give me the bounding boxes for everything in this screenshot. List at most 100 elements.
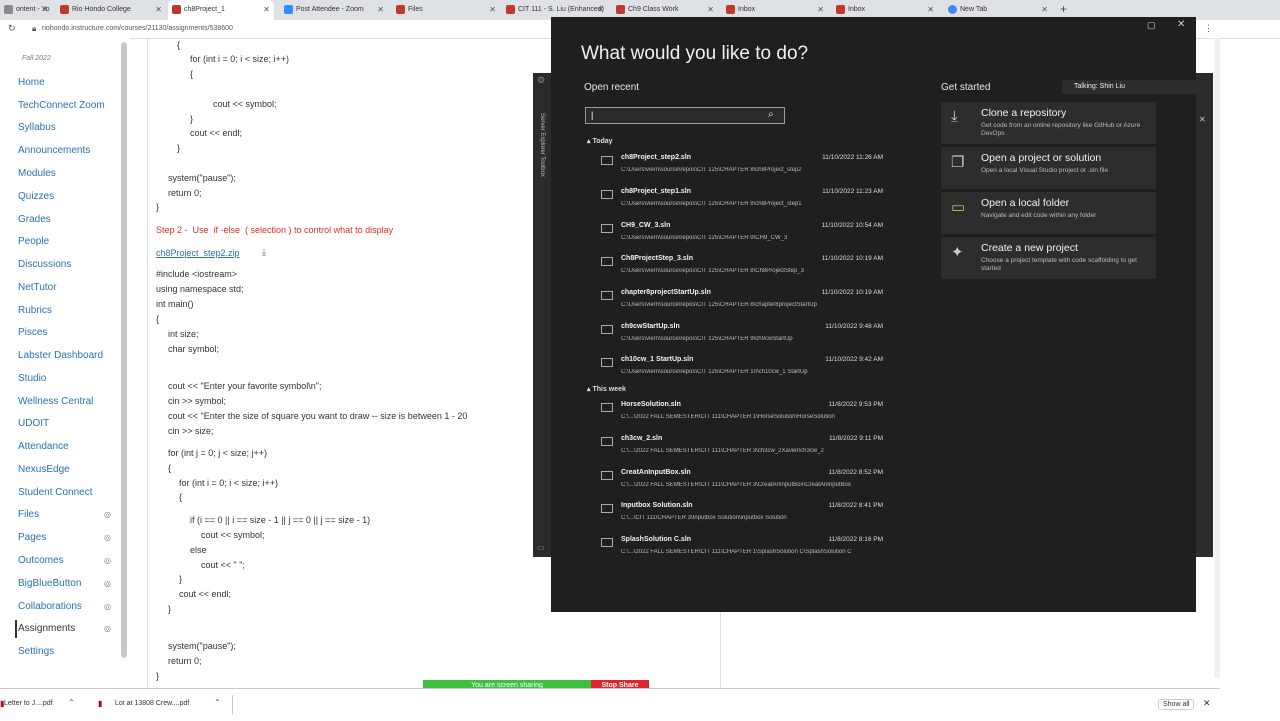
hidden-eye-icon: ◎	[104, 556, 111, 565]
nav-people[interactable]: People	[18, 236, 49, 247]
recent-item[interactable]: Inputbox Solution.sln 11/8/2022 8:41 PM C:…	[601, 502, 891, 530]
nav-collaborations[interactable]: Collaborations	[18, 601, 82, 612]
chevron-up-icon[interactable]: ⌃	[68, 698, 75, 707]
recent-item[interactable]: HorseSolution.sln 11/8/2022 9:53 PM C:\...…	[601, 401, 891, 429]
new-tab-button[interactable]: +	[1060, 2, 1067, 16]
close-tab-icon[interactable]: ✕	[489, 0, 496, 20]
recent-name: ch8Project_step2.sln	[621, 154, 692, 161]
nav-nettutor[interactable]: NetTutor	[18, 282, 57, 293]
nav-grades[interactable]: Grades	[18, 214, 51, 225]
clone-repository-button[interactable]: ⤓ Clone a repository Get code from an onli…	[941, 102, 1156, 144]
gear-icon[interactable]: ⚙	[537, 75, 545, 86]
folder-icon: ▭	[951, 199, 966, 216]
nav-bigbluebutton[interactable]: BigBlueButton	[18, 578, 81, 589]
recent-item[interactable]: ch8Project_step1.sln 11/10/2022 11:23 AM C…	[601, 188, 891, 216]
tab-2[interactable]: ch8Project_1 ✕	[168, 0, 274, 20]
recent-item[interactable]: ch9cwStartUp.sln 11/10/2022 9:48 AM C:\Use…	[601, 323, 891, 351]
menu-icon[interactable]: ⋮	[1204, 23, 1213, 34]
code-line: cout << symbol;	[201, 530, 265, 540]
group-today[interactable]: ▴ Today	[587, 137, 613, 145]
show-all-button[interactable]: Show all	[1158, 699, 1195, 710]
recent-search-input[interactable]: | ⌕	[585, 107, 785, 124]
reload-icon[interactable]: ↻	[8, 23, 16, 34]
download-item[interactable]: Letter to J....pdf	[4, 700, 53, 707]
recent-item[interactable]: CreatAnInputBox.sln 11/8/2022 8:52 PM C:\.…	[601, 469, 891, 497]
search-icon[interactable]: ⌕	[768, 109, 774, 120]
nav-pisces[interactable]: Pisces	[18, 327, 47, 338]
close-tab-icon[interactable]: ✕	[41, 0, 48, 20]
code-line: return 0;	[168, 188, 202, 198]
nav-settings[interactable]: Settings	[18, 646, 54, 657]
nav-syllabus[interactable]: Syllabus	[18, 122, 56, 133]
nav-studio[interactable]: Studio	[18, 373, 46, 384]
recent-item[interactable]: Ch8ProjectStep_3.sln 11/10/2022 10:19 AM C…	[601, 255, 891, 283]
recent-item[interactable]: CH9_CW_3.sln 11/10/2022 10:54 AM C:\Users\…	[601, 222, 891, 250]
chevron-up-icon[interactable]: ⌃	[214, 698, 221, 707]
zoom-talking-indicator: Talking: Shin Liu	[1062, 80, 1200, 94]
nav-udoit[interactable]: UDOIT	[18, 418, 49, 429]
side-tab-labels[interactable]: Server Explorer Toolbox	[539, 113, 545, 177]
panel-icon[interactable]: ▭	[537, 543, 545, 552]
url-field[interactable]: riohondo.instructure.com/courses/21130/a…	[42, 22, 542, 36]
solution-icon	[601, 224, 613, 233]
maximize-icon[interactable]: ▢	[1147, 20, 1156, 31]
nav-scrollbar[interactable]	[121, 42, 127, 658]
nav-modules[interactable]: Modules	[18, 168, 56, 179]
lock-icon[interactable]: 🔒︎	[32, 24, 36, 34]
solution-icon	[601, 325, 613, 334]
close-icon[interactable]: ✕	[1199, 115, 1206, 124]
tab-1[interactable]: Rio Hondo College ✕	[56, 0, 166, 20]
open-project-icon: ❐	[951, 154, 965, 171]
code-line: for (int i = 0; i < size; i++)	[190, 54, 290, 64]
nav-home[interactable]: Home	[18, 77, 45, 88]
code-line: {	[168, 463, 172, 473]
nav-wellness-central[interactable]: Wellness Central	[18, 396, 93, 407]
nav-quizzes[interactable]: Quizzes	[18, 191, 54, 202]
tab-3[interactable]: Post Attendee - Zoom ✕	[280, 0, 388, 20]
page-scrollbar[interactable]	[1214, 38, 1220, 678]
code-line: {	[156, 314, 160, 324]
close-icon[interactable]: ✕	[1203, 698, 1211, 709]
tab-0[interactable]: ontent - Yo ✕	[0, 0, 52, 20]
nav-pages[interactable]: Pages	[18, 532, 46, 543]
file-link[interactable]: ch8Project_step2.zip	[156, 248, 240, 258]
nav-nexusedge[interactable]: NexusEdge	[18, 464, 70, 475]
recent-item[interactable]: ch3cw_2.sln 11/8/2022 9:11 PM C:\...\2022 …	[601, 435, 891, 463]
group-label: This week	[592, 386, 626, 393]
close-tab-icon[interactable]: ✕	[377, 0, 384, 20]
tab-4[interactable]: Files ✕	[392, 0, 500, 20]
close-window-icon[interactable]: ✕	[1177, 19, 1185, 30]
code-line: if (i == 0 || i == size - 1 || j == 0 ||…	[190, 515, 371, 525]
tab-label: ch8Project_1	[184, 6, 225, 13]
code-line: return 0;	[168, 656, 202, 666]
nav-student-connect[interactable]: Student Connect	[18, 487, 93, 498]
download-item[interactable]: Lot at 13808 Crew....pdf	[115, 700, 189, 707]
recent-item[interactable]: chapter8projectStartUp.sln 11/10/2022 10:…	[601, 289, 891, 317]
solution-icon	[601, 504, 613, 513]
close-tab-icon[interactable]: ✕	[263, 0, 270, 20]
nav-files[interactable]: Files	[18, 509, 39, 520]
close-tab-icon[interactable]: ✕	[155, 0, 162, 20]
download-icon[interactable]: ⤓	[262, 247, 266, 258]
recent-name: chapter8projectStartUp.sln	[621, 289, 711, 296]
nav-techconnect-zoom[interactable]: TechConnect Zoom	[18, 100, 105, 111]
recent-name: HorseSolution.sln	[621, 401, 681, 408]
nav-labster-dashboard[interactable]: Labster Dashboard	[18, 350, 103, 361]
nav-assignments[interactable]: Assignments	[18, 623, 75, 634]
recent-item[interactable]: SplashSolution C.sln 11/8/2022 8:16 PM C:\…	[601, 536, 891, 564]
nav-discussions[interactable]: Discussions	[18, 259, 71, 270]
create-project-button[interactable]: ✦ Create a new project Choose a project te…	[941, 237, 1156, 279]
nav-outcomes[interactable]: Outcomes	[18, 555, 64, 566]
solution-icon	[601, 156, 613, 165]
nav-attendance[interactable]: Attendance	[18, 441, 69, 452]
open-folder-button[interactable]: ▭ Open a local folder Navigate and edit co…	[941, 192, 1156, 234]
vs-right-strip: ✕	[1196, 73, 1213, 557]
action-title: Open a local folder	[981, 197, 1070, 209]
recent-item[interactable]: ch10cw_1 StartUp.sln 11/10/2022 9:42 AM C:…	[601, 356, 891, 384]
nav-rubrics[interactable]: Rubrics	[18, 305, 52, 316]
recent-name: Inputbox Solution.sln	[621, 502, 693, 509]
recent-item[interactable]: ch8Project_step2.sln 11/10/2022 11:26 AM C…	[601, 154, 891, 182]
open-project-button[interactable]: ❐ Open a project or solution Open a local …	[941, 147, 1156, 189]
nav-announcements[interactable]: Announcements	[18, 145, 90, 156]
group-this-week[interactable]: ▴ This week	[587, 385, 626, 393]
